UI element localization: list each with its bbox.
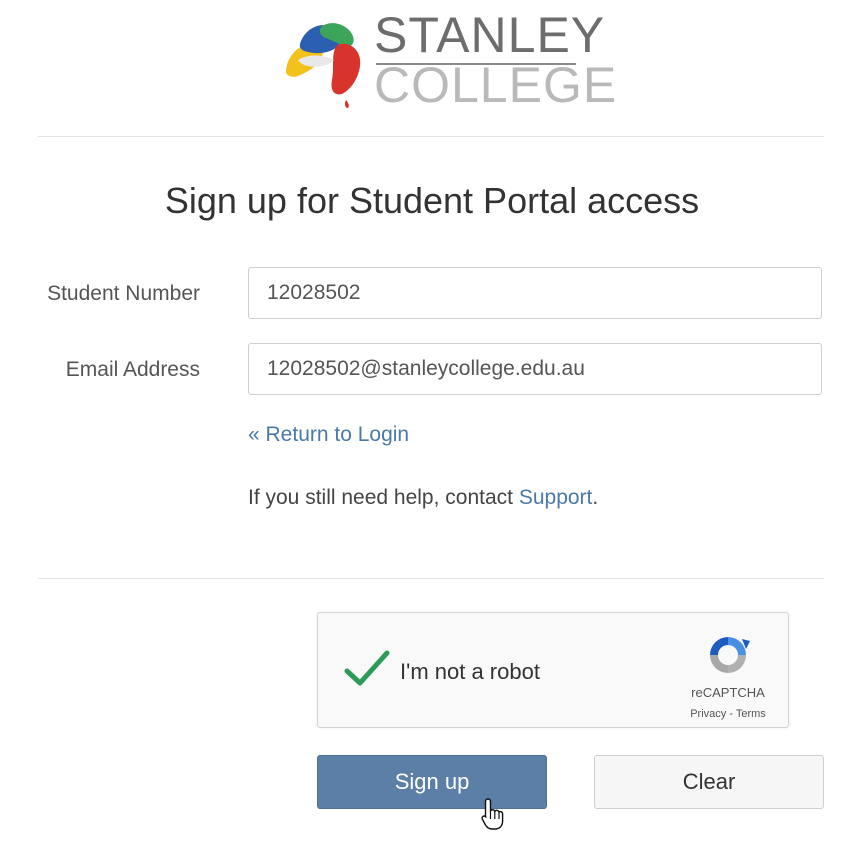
student-number-input[interactable] [248,267,822,319]
recaptcha-privacy-link[interactable]: Privacy [690,708,726,720]
sign-up-button[interactable]: Sign up [317,755,547,809]
recaptcha-links: Privacy - Terms [670,708,786,720]
help-text: If you still need help, contact Support. [248,486,598,510]
recaptcha-terms-link[interactable]: Terms [736,708,766,720]
logo-name-top: STANLEY [374,7,606,63]
page-title: Sign up for Student Portal access [164,180,700,221]
help-text-period: . [592,486,599,509]
hand-pointer-cursor-icon [480,797,506,831]
email-address-label: Email Address [65,358,200,381]
logo-name-bottom: COLLEGE [374,57,618,113]
student-number-label: Student Number [47,282,200,305]
recaptcha-link-separator: - [726,708,736,720]
clear-button[interactable]: Clear [594,755,824,809]
email-address-input[interactable] [248,343,822,395]
college-logo-icon [282,18,366,110]
return-to-login-link[interactable]: « Return to Login [248,423,409,447]
recaptcha-widget: I'm not a robot reCAPTCHA Privacy - Term… [317,612,789,728]
help-text-prefix: If you still need help, contact [248,486,519,509]
recaptcha-logo-icon [702,629,754,681]
recaptcha-brand: reCAPTCHA [691,685,765,700]
header-divider [38,136,824,137]
recaptcha-label: I'm not a robot [400,659,540,684]
form-divider [38,578,824,579]
support-link[interactable]: Support [519,486,593,509]
checkmark-icon[interactable] [344,649,390,689]
